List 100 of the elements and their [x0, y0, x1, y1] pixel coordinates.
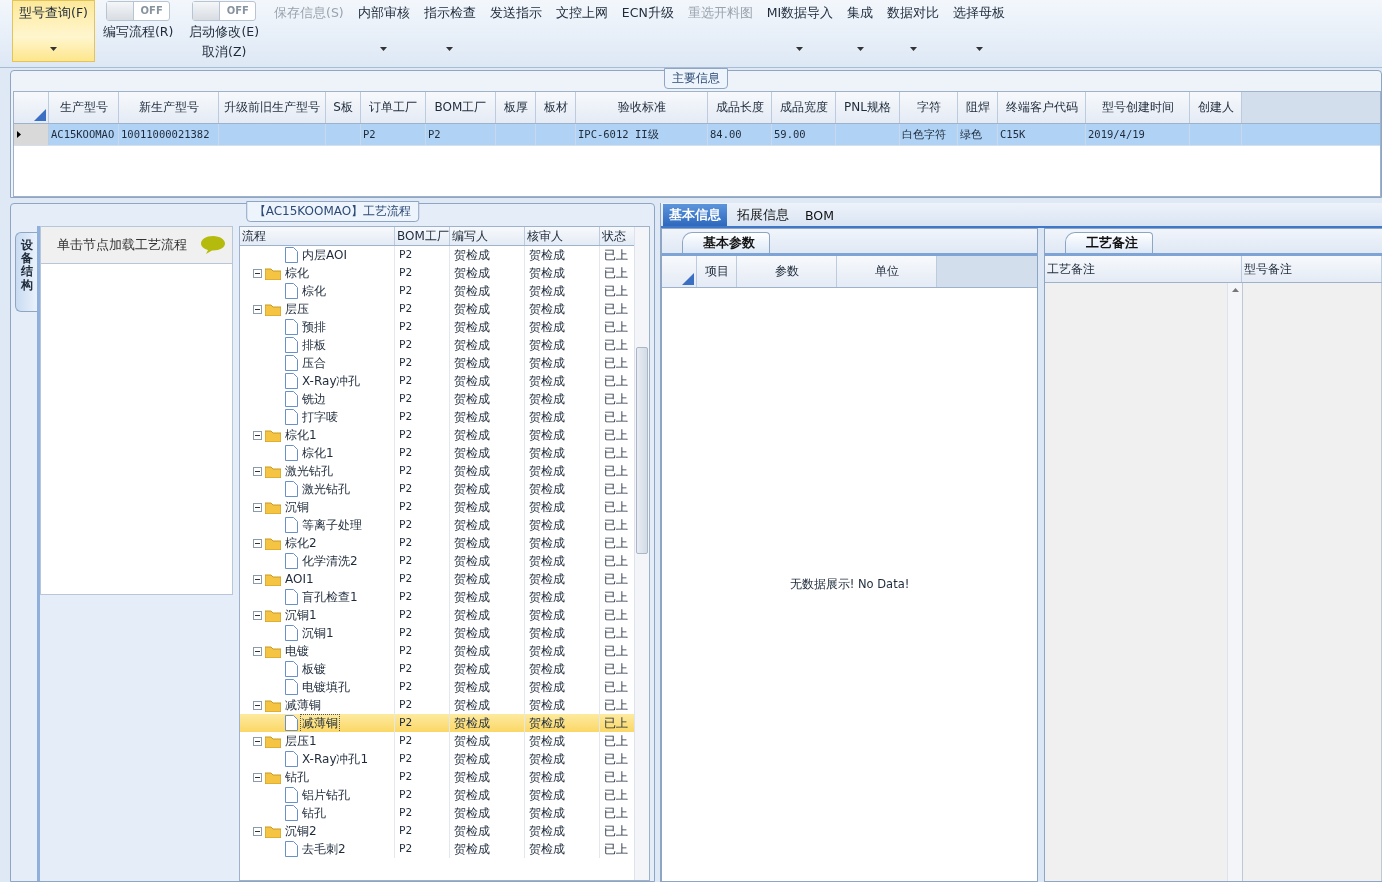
column-header[interactable]: 生产型号 — [49, 92, 119, 123]
node-label: 化学清洗2 — [301, 552, 359, 570]
column-header[interactable]: 成品宽度 — [772, 92, 836, 123]
row-pointer-icon — [17, 131, 21, 138]
column-header[interactable]: 板厚 — [496, 92, 536, 123]
toolbar-button[interactable]: 内部审核 — [350, 0, 417, 62]
table-cell: 贺检成 — [525, 372, 600, 390]
column-header[interactable]: 板材 — [536, 92, 576, 123]
node-label: 盲孔检查1 — [301, 588, 359, 606]
collapse-button[interactable] — [253, 646, 262, 656]
column-header[interactable]: 终端客户代码 — [998, 92, 1086, 123]
tree-row[interactable]: 减薄铜 P2 贺检成 贺检成 已上 — [240, 714, 634, 732]
table-row[interactable]: AC15KOOMAO 10011000021382 P2 P2 IPC-6012 II级 84.00 59.00 白色字符 绿色 C15K 2019/4/19 — [14, 124, 1380, 146]
table-cell: P2 — [395, 426, 450, 444]
table-cell: P2 — [395, 786, 450, 804]
minus-icon — [255, 738, 260, 744]
toggle-button[interactable]: OFF 编写流程(R) — [94, 1, 182, 63]
column-header[interactable]: 成品长度 — [708, 92, 772, 123]
table-cell: 贺检成 — [525, 750, 600, 768]
toolbar-button[interactable]: 指示检查 — [416, 0, 483, 62]
speech-bubble-icon — [200, 235, 226, 255]
collapse-button[interactable] — [253, 268, 262, 278]
table-cell: P2 — [395, 498, 450, 516]
table-cell: 贺检成 — [450, 750, 525, 768]
table-cell: 贺检成 — [525, 318, 600, 336]
toolbar-button[interactable]: 型号查询(F) — [12, 0, 95, 62]
collapse-button[interactable] — [253, 826, 262, 836]
table-cell: 贺检成 — [450, 300, 525, 318]
column-header[interactable]: 型号备注 — [1242, 256, 1382, 282]
collapse-button[interactable] — [253, 736, 262, 746]
column-header[interactable]: BOM工厂 — [395, 227, 450, 245]
table-cell: 贺检成 — [450, 840, 525, 858]
toolbar-button[interactable]: MI数据导入 — [759, 0, 841, 62]
toolbar-button[interactable]: ECN升级 — [614, 0, 681, 62]
table-cell: P2 — [395, 372, 450, 390]
column-header[interactable]: 订单工厂 — [361, 92, 426, 123]
table-cell: 贺检成 — [450, 768, 525, 786]
column-header[interactable]: BOM工厂 — [426, 92, 496, 123]
column-header[interactable]: 验收标准 — [576, 92, 708, 123]
toolbar-button[interactable]: 数据对比 — [880, 0, 947, 62]
collapse-button[interactable] — [253, 772, 262, 782]
collapse-button[interactable] — [253, 574, 262, 584]
toolbar-button[interactable]: 选择母板 — [946, 0, 1013, 62]
table-cell: P2 — [395, 444, 450, 462]
column-header[interactable]: 核审人 — [525, 227, 600, 245]
collapse-button[interactable] — [253, 304, 262, 314]
dropdown-caret-icon — [49, 47, 57, 51]
tab[interactable]: 拓展信息 — [731, 204, 795, 226]
column-header[interactable]: 参数 — [737, 256, 837, 287]
table-cell: 贺检成 — [450, 822, 525, 840]
tab[interactable]: BOM — [799, 204, 840, 226]
table-cell: 59.00 — [772, 124, 836, 145]
toolbar-button[interactable]: 集成 — [840, 0, 881, 62]
column-header[interactable]: 型号创建时间 — [1086, 92, 1190, 123]
folder-icon — [265, 266, 281, 280]
table-cell: 贺检成 — [450, 732, 525, 750]
table-cell: P2 — [395, 570, 450, 588]
column-header[interactable]: 工艺备注 — [1045, 256, 1242, 282]
node-label: AOI1 — [284, 572, 315, 586]
collapse-button[interactable] — [253, 610, 262, 620]
scrollbar[interactable] — [634, 227, 649, 880]
collapse-button[interactable] — [253, 430, 262, 440]
toggle-button[interactable]: OFF 启动修改(E) 取消(Z) — [181, 1, 268, 63]
pane-tab[interactable]: 工艺备注 — [1065, 232, 1153, 253]
node-label: 层压 — [284, 300, 310, 318]
minus-icon — [255, 306, 260, 312]
toolbar-button[interactable]: 文控上网 — [548, 0, 615, 62]
column-header[interactable]: 项目 — [697, 256, 737, 287]
pane-tab[interactable]: 基本参数 — [682, 232, 770, 253]
table-cell: 贺检成 — [450, 462, 525, 480]
collapse-button[interactable] — [253, 538, 262, 548]
node-label: 排板 — [301, 336, 327, 354]
collapse-button[interactable] — [253, 700, 262, 710]
column-header[interactable]: 阻焊 — [958, 92, 998, 123]
column-header[interactable]: 流程 — [240, 227, 395, 245]
minus-icon — [255, 468, 260, 474]
tab[interactable]: 基本信息 — [663, 204, 727, 226]
table-cell: 贺检成 — [450, 444, 525, 462]
column-header[interactable]: 编写人 — [450, 227, 525, 245]
toggle-sublabel: 取消(Z) — [202, 44, 247, 61]
table-cell: P2 — [395, 804, 450, 822]
table-cell: 贺检成 — [525, 840, 600, 858]
table-cell: 贺检成 — [525, 732, 600, 750]
node-label: 层压1 — [284, 732, 318, 750]
toolbar-button[interactable]: 发送指示 — [482, 0, 549, 62]
column-header[interactable]: 新生产型号 — [119, 92, 219, 123]
table-cell: 贺检成 — [525, 462, 600, 480]
side-tab[interactable]: 设备结构 — [15, 232, 37, 312]
table-cell: 贺检成 — [450, 246, 525, 264]
column-header[interactable]: 升级前旧生产型号 — [219, 92, 326, 123]
minus-icon — [255, 702, 260, 708]
table-cell: 贺检成 — [525, 516, 600, 534]
column-header[interactable]: PNL规格 — [836, 92, 900, 123]
scrollbar[interactable] — [1227, 283, 1242, 881]
node-label: 预排 — [301, 318, 327, 336]
column-header[interactable]: 字符 — [900, 92, 958, 123]
column-header[interactable]: S板 — [326, 92, 361, 123]
collapse-button[interactable] — [253, 466, 262, 476]
collapse-button[interactable] — [253, 502, 262, 512]
node-label: 钻孔 — [301, 804, 327, 822]
